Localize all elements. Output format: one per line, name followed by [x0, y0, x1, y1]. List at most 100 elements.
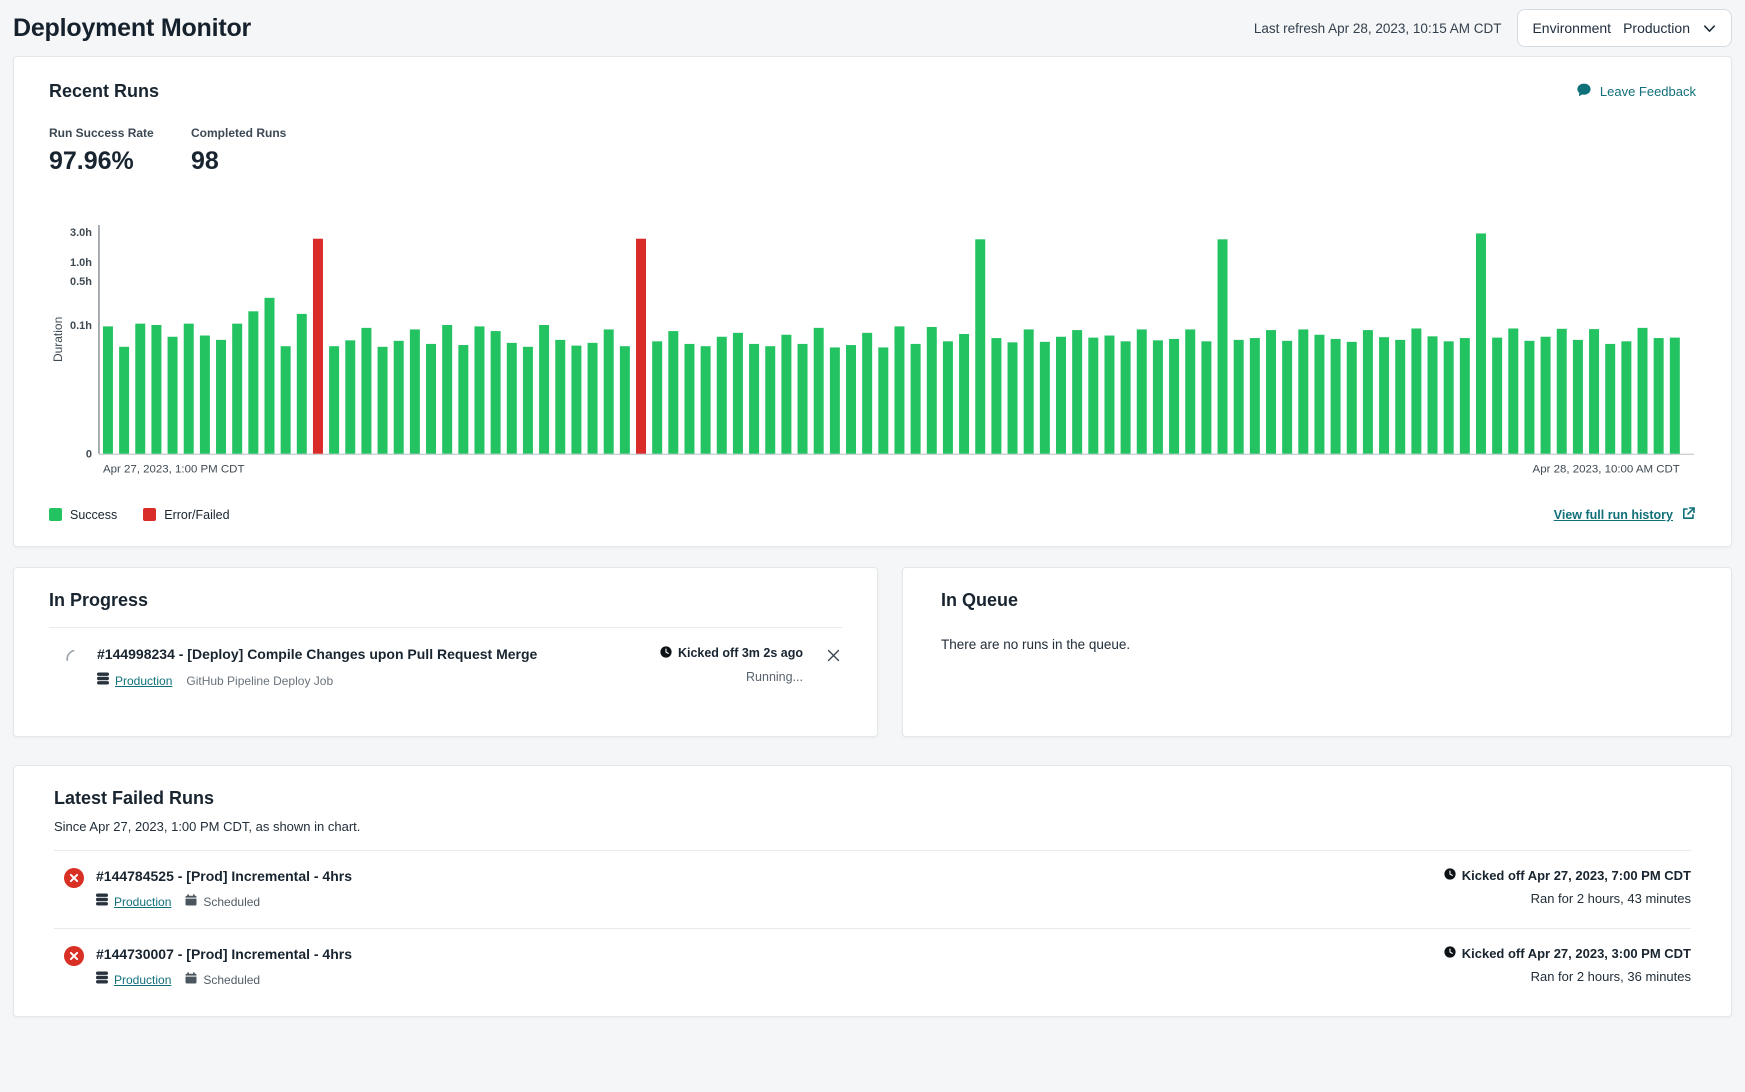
run-bar-success[interactable] — [1605, 344, 1615, 454]
run-bar-success[interactable] — [135, 324, 145, 454]
run-bar-success[interactable] — [216, 340, 226, 454]
run-bar-success[interactable] — [1169, 339, 1179, 454]
run-bar-success[interactable] — [1104, 336, 1114, 454]
run-bar-success[interactable] — [1201, 341, 1211, 453]
run-bar-success[interactable] — [1524, 341, 1534, 454]
run-bar-success[interactable] — [168, 337, 178, 454]
run-bar-success[interactable] — [1460, 338, 1470, 454]
run-bar-success[interactable] — [329, 346, 339, 454]
run-bar-failed[interactable] — [313, 239, 323, 454]
run-bar-success[interactable] — [1040, 342, 1050, 454]
run-bar-success[interactable] — [119, 347, 129, 454]
run-bar-success[interactable] — [1411, 328, 1421, 453]
run-bar-success[interactable] — [701, 346, 711, 454]
run-bar-success[interactable] — [442, 325, 452, 454]
run-bar-success[interactable] — [749, 344, 759, 454]
run-bar-success[interactable] — [733, 333, 743, 454]
run-bar-success[interactable] — [1557, 329, 1567, 454]
run-bar-success[interactable] — [1056, 337, 1066, 454]
run-bar-success[interactable] — [507, 343, 517, 454]
run-bar-success[interactable] — [1508, 328, 1518, 453]
run-bar-success[interactable] — [378, 347, 388, 454]
run-bar-success[interactable] — [1444, 341, 1454, 453]
run-bar-success[interactable] — [297, 314, 307, 454]
run-bar-success[interactable] — [1266, 330, 1276, 454]
run-bar-success[interactable] — [1428, 336, 1438, 453]
run-bar-success[interactable] — [1137, 329, 1147, 453]
run-bar-success[interactable] — [878, 347, 888, 453]
run-bar-success[interactable] — [1347, 342, 1357, 454]
run-bar-success[interactable] — [846, 345, 856, 454]
run-bar-success[interactable] — [781, 335, 791, 454]
run-bar-success[interactable] — [232, 324, 242, 454]
run-bar-success[interactable] — [604, 329, 614, 453]
run-bar-success[interactable] — [1250, 338, 1260, 454]
run-bar-success[interactable] — [943, 341, 953, 453]
run-bar-success[interactable] — [927, 327, 937, 454]
run-bar-success[interactable] — [410, 329, 420, 453]
run-bar-success[interactable] — [1476, 233, 1486, 453]
run-bar-success[interactable] — [717, 337, 727, 454]
environment-link[interactable]: Production — [114, 973, 171, 987]
run-bar-success[interactable] — [1589, 329, 1599, 454]
run-bar-success[interactable] — [588, 343, 598, 454]
run-bar-success[interactable] — [1573, 340, 1583, 454]
run-bar-success[interactable] — [1379, 337, 1389, 454]
run-bar-success[interactable] — [765, 346, 775, 454]
run-bar-success[interactable] — [571, 346, 581, 454]
run-bar-success[interactable] — [959, 334, 969, 454]
run-bar-success[interactable] — [991, 338, 1001, 454]
run-bar-success[interactable] — [1541, 337, 1551, 454]
view-full-run-history-link[interactable]: View full run history — [1554, 506, 1696, 524]
run-bar-success[interactable] — [894, 326, 904, 453]
run-bar-success[interactable] — [911, 344, 921, 454]
run-bar-success[interactable] — [151, 325, 161, 454]
run-bar-success[interactable] — [1121, 341, 1131, 453]
run-bar-success[interactable] — [1282, 341, 1292, 454]
run-bar-success[interactable] — [394, 341, 404, 454]
run-bar-success[interactable] — [1298, 329, 1308, 453]
run-bar-success[interactable] — [1363, 330, 1373, 454]
run-bar-success[interactable] — [814, 328, 824, 454]
run-bar-success[interactable] — [200, 336, 210, 454]
run-bar-failed[interactable] — [636, 239, 646, 454]
run-bar-success[interactable] — [491, 331, 501, 454]
environment-link[interactable]: Production — [114, 895, 171, 909]
run-bar-success[interactable] — [184, 324, 194, 454]
run-bar-success[interactable] — [1395, 340, 1405, 454]
run-bar-success[interactable] — [1331, 339, 1341, 454]
run-bar-success[interactable] — [345, 340, 355, 453]
run-bar-success[interactable] — [668, 331, 678, 454]
run-bar-success[interactable] — [281, 346, 291, 454]
run-bar-success[interactable] — [523, 347, 533, 454]
run-bar-success[interactable] — [1008, 342, 1018, 453]
run-bar-success[interactable] — [539, 325, 549, 454]
run-bar-success[interactable] — [684, 344, 694, 454]
run-bar-success[interactable] — [361, 328, 371, 454]
run-bar-success[interactable] — [1654, 338, 1664, 454]
run-bar-success[interactable] — [1670, 338, 1680, 454]
run-bar-success[interactable] — [798, 344, 808, 454]
run-bar-success[interactable] — [474, 326, 484, 453]
run-bar-success[interactable] — [862, 333, 872, 454]
run-bar-success[interactable] — [1024, 329, 1034, 453]
run-bar-success[interactable] — [1088, 338, 1098, 454]
run-bar-success[interactable] — [426, 344, 436, 454]
run-bar-success[interactable] — [620, 346, 630, 454]
run-bar-success[interactable] — [1218, 239, 1228, 453]
run-bar-success[interactable] — [458, 345, 468, 454]
run-bar-success[interactable] — [1185, 329, 1195, 453]
run-bar-success[interactable] — [975, 239, 985, 453]
close-icon[interactable] — [825, 647, 842, 667]
run-bar-success[interactable] — [555, 340, 565, 454]
leave-feedback-link[interactable]: Leave Feedback — [1576, 82, 1696, 101]
run-bar-success[interactable] — [103, 326, 113, 453]
run-bar-success[interactable] — [1234, 340, 1244, 454]
run-bar-success[interactable] — [1621, 341, 1631, 453]
run-bar-success[interactable] — [830, 347, 840, 453]
environment-link[interactable]: Production — [115, 674, 172, 688]
run-bar-success[interactable] — [1153, 340, 1163, 453]
run-bar-success[interactable] — [1492, 338, 1502, 454]
run-bar-success[interactable] — [1314, 335, 1324, 454]
run-bar-success[interactable] — [248, 311, 258, 453]
